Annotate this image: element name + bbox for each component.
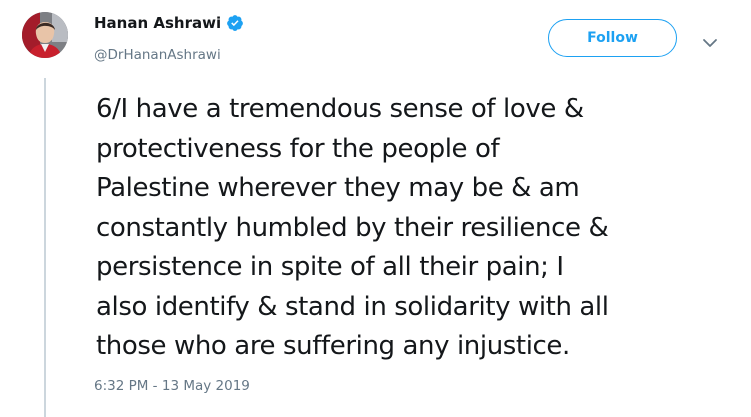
tweet-timestamp[interactable]: 6:32 PM - 13 May 2019 — [94, 378, 250, 394]
follow-button[interactable]: Follow — [548, 19, 677, 57]
tweet-text-line: constantly humbled by their resilience & — [96, 212, 609, 243]
tweet-text-line: protectiveness for the people of — [96, 133, 500, 164]
author-handle[interactable]: @DrHananAshrawi — [94, 47, 221, 63]
author-display-name[interactable]: Hanan Ashrawi — [94, 14, 221, 32]
tweet-text-line: Palestine wherever they may be & am — [96, 173, 580, 203]
tweet-text-line: those who are suffering any injustice. — [96, 331, 570, 361]
verified-badge-icon — [226, 14, 244, 32]
tweet-text-line: also identify & stand in solidarity with… — [96, 291, 609, 322]
tweet-text-line: persistence in spite of all their pain; … — [96, 252, 564, 282]
tweet-text-line: 6/I have a tremendous sense of love & — [96, 94, 584, 124]
profile-photo-icon — [22, 12, 68, 58]
thread-connector-line — [44, 78, 46, 417]
tweet-text: 6/I have a tremendous sense of love & pr… — [96, 90, 736, 367]
author-name-row: Hanan Ashrawi — [94, 14, 244, 32]
chevron-down-icon[interactable] — [702, 34, 718, 47]
avatar[interactable] — [22, 12, 68, 58]
